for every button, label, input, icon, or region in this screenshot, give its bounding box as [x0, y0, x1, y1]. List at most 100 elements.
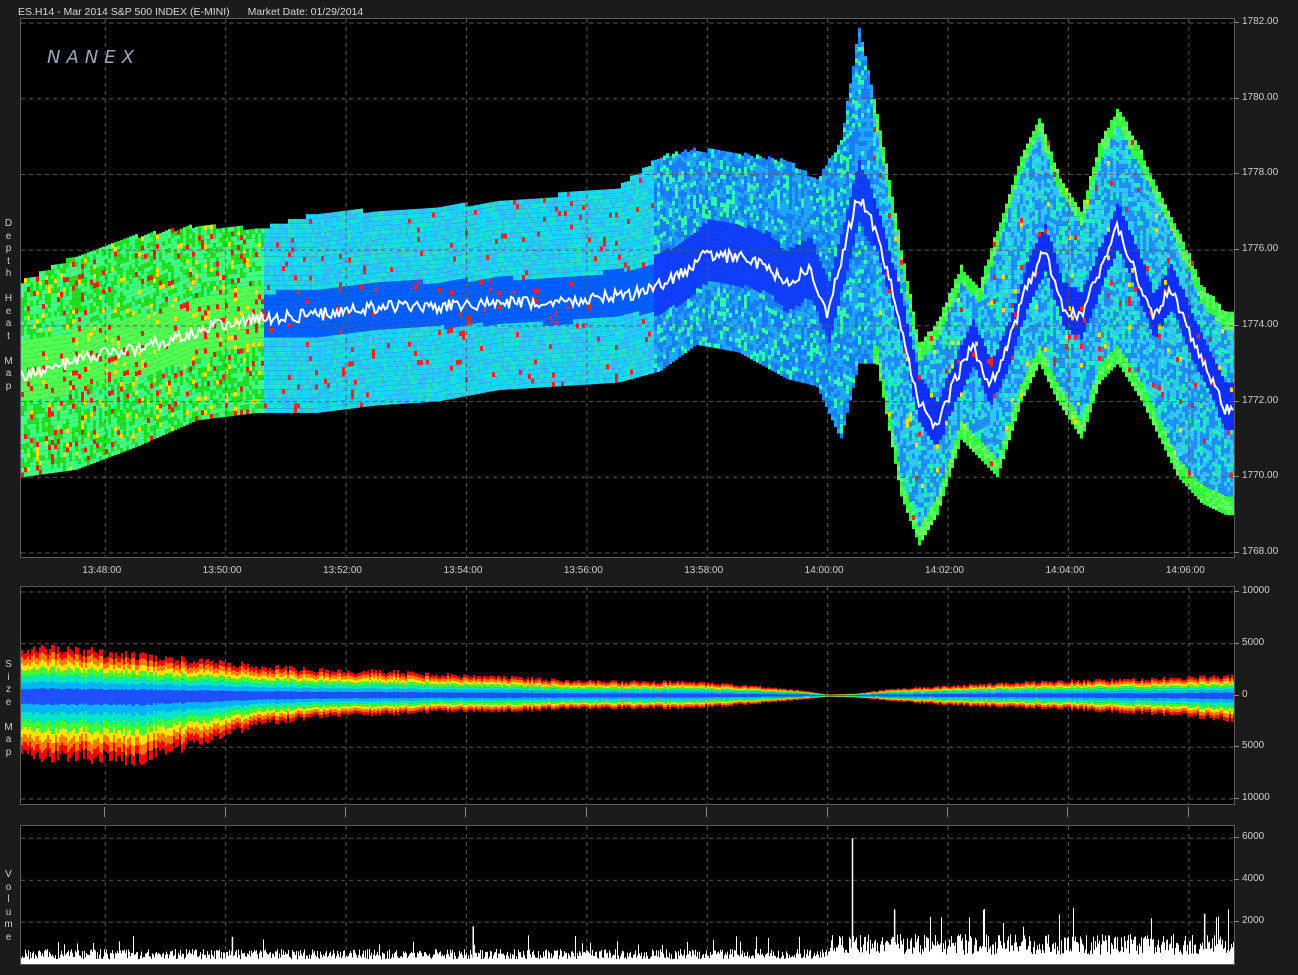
heat-cell — [222, 360, 225, 366]
heat-cell — [198, 415, 201, 421]
heat-cell — [309, 304, 312, 309]
heat-cell — [219, 266, 222, 271]
heat-cell — [159, 242, 162, 248]
heat-cell — [81, 297, 84, 302]
heat-cell — [369, 377, 372, 383]
heat-cell — [54, 396, 57, 402]
heat-cell — [234, 292, 237, 298]
heat-cell — [57, 268, 60, 274]
heat-cell — [60, 443, 63, 449]
heat-cell — [117, 307, 120, 312]
heat-cell — [216, 266, 219, 272]
heat-cell — [258, 379, 261, 385]
heat-cell — [219, 346, 222, 352]
heat-cell — [57, 344, 60, 350]
heat-cell — [294, 341, 297, 347]
heat-cell — [240, 339, 243, 344]
side-label-char — [3, 709, 14, 722]
heat-cell — [30, 414, 33, 420]
heat-cell — [180, 290, 183, 295]
heat-cell — [159, 285, 162, 290]
heat-cell — [192, 313, 195, 318]
heat-cell — [126, 303, 129, 309]
heat-cell — [102, 454, 105, 460]
heat-cell — [279, 266, 282, 271]
side-label-char — [3, 343, 14, 356]
heat-cell — [198, 372, 201, 378]
heat-cell — [258, 341, 261, 347]
heat-cell — [186, 391, 189, 397]
heat-cell — [90, 265, 93, 271]
heat-cell — [321, 379, 324, 384]
heat-cell — [165, 405, 168, 411]
heat-cell — [369, 269, 372, 274]
heat-cell — [159, 280, 162, 286]
heat-cell — [195, 297, 198, 303]
heat-cell — [342, 357, 345, 363]
heat-cell — [33, 385, 36, 391]
heat-cell — [315, 375, 318, 380]
heat-cell — [24, 368, 27, 373]
heat-cell — [126, 242, 129, 248]
heat-cell — [333, 391, 336, 397]
heat-cell — [270, 294, 273, 300]
heat-cell — [198, 245, 201, 250]
heat-cell — [237, 268, 240, 274]
heat-cell — [318, 265, 321, 271]
heat-cell — [171, 275, 174, 280]
heat-cell — [288, 384, 291, 390]
heat-cell — [321, 355, 324, 361]
heat-cell — [309, 299, 312, 305]
heat-cell — [174, 377, 177, 383]
heat-cell — [30, 400, 33, 406]
heat-cell — [177, 376, 180, 382]
heat-cell — [21, 401, 24, 407]
heat-cell — [369, 368, 372, 374]
heat-cell — [60, 263, 63, 269]
heat-cell — [81, 443, 84, 449]
heat-cell — [93, 325, 96, 331]
heat-cell — [297, 360, 300, 366]
heat-cell — [231, 340, 234, 346]
heat-cell — [363, 222, 366, 228]
heat-cell — [39, 427, 42, 433]
heat-cell — [261, 233, 264, 238]
heat-cell — [168, 418, 171, 424]
heat-cell — [165, 362, 168, 368]
heat-cell — [234, 278, 237, 284]
heat-cell — [192, 261, 195, 266]
heat-cell — [363, 373, 366, 379]
heat-cell — [243, 305, 246, 311]
heat-cell — [219, 412, 222, 418]
heat-cell — [63, 447, 66, 453]
heat-cell — [129, 421, 132, 426]
heat-cell — [369, 387, 372, 393]
heat-cell — [84, 423, 87, 429]
heat-cell — [42, 332, 45, 338]
heat-cell — [99, 271, 102, 277]
heat-cell — [300, 233, 303, 238]
heat-cell — [87, 436, 90, 442]
heat-cell — [285, 304, 288, 309]
heat-cell — [219, 294, 222, 300]
heat-cell — [312, 379, 315, 385]
heat-cell — [66, 395, 69, 401]
heat-cell — [30, 277, 33, 283]
heat-cell — [264, 299, 267, 305]
heat-cell — [300, 327, 303, 333]
heat-cell — [195, 307, 198, 312]
heat-cell — [81, 462, 84, 468]
heat-cell — [96, 291, 99, 297]
heat-cell — [129, 331, 132, 336]
heat-cell — [45, 298, 48, 304]
heat-cell — [276, 384, 279, 390]
heat-cell — [261, 261, 264, 267]
heat-cell — [228, 231, 231, 237]
heat-cell — [177, 357, 180, 363]
heat-cell — [246, 376, 249, 382]
heat-cell — [237, 372, 240, 378]
heat-cell — [276, 275, 279, 281]
heat-cell — [309, 370, 312, 376]
heat-cell — [330, 217, 333, 222]
heat-cell — [96, 424, 99, 429]
